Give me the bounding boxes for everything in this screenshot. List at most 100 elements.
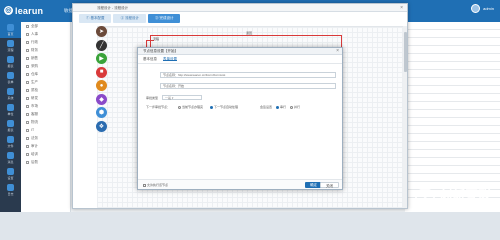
subflow-icon[interactable]: ❖	[96, 120, 107, 132]
countersign-opt-2[interactable]: 并行	[290, 105, 300, 109]
menu-icon	[7, 120, 14, 127]
list-row[interactable]	[405, 78, 500, 86]
menu-icon	[7, 136, 14, 143]
tree-item[interactable]: 研发	[21, 94, 70, 102]
list-row[interactable]	[405, 174, 500, 182]
list-row[interactable]	[405, 102, 500, 110]
list-row[interactable]	[405, 110, 500, 118]
sidebar-item-label: 首页	[7, 32, 14, 36]
sidebar-item[interactable]: 消息	[0, 150, 21, 166]
sidebar-item[interactable]: 日志	[0, 182, 21, 198]
confluence-icon[interactable]: ⬢	[96, 107, 107, 118]
list-row[interactable]	[405, 166, 500, 174]
form-name-field[interactable]: 节点名称：开始	[160, 83, 336, 89]
user-name: admin	[483, 6, 494, 11]
tree-item[interactable]: 采购	[21, 62, 70, 70]
tree-item[interactable]: 生产	[21, 78, 70, 86]
list-row[interactable]	[405, 30, 500, 38]
list-row[interactable]	[405, 54, 500, 62]
tree-item[interactable]: 行政	[21, 38, 70, 46]
tree-item[interactable]: 销售	[21, 54, 70, 62]
list-row[interactable]	[405, 94, 500, 102]
list-row[interactable]	[405, 118, 500, 126]
sidebar-item[interactable]: 表单	[0, 70, 21, 86]
tree-item[interactable]: 质检	[21, 86, 70, 94]
node-icon[interactable]: ●	[96, 80, 107, 91]
list-row[interactable]	[405, 134, 500, 142]
sidebar-item[interactable]: 设置	[0, 166, 21, 182]
menu-icon	[7, 24, 14, 31]
list-row[interactable]	[405, 86, 500, 94]
sidebar-item[interactable]: 系统	[0, 86, 21, 102]
join-option-2[interactable]: 下一节点自动处理	[210, 105, 238, 109]
tree-item[interactable]: 物流	[21, 118, 70, 126]
tree-item[interactable]: IT	[21, 126, 70, 134]
list-row[interactable]	[405, 70, 500, 78]
tree-item[interactable]: 市场	[21, 102, 70, 110]
sidebar-item-label: 报表	[7, 64, 14, 68]
approval-type-label: 审批类型	[146, 96, 159, 100]
menu-icon	[7, 152, 14, 159]
user-menu[interactable]: admin	[471, 4, 494, 13]
dialog-tab[interactable]: 基本信息	[143, 57, 157, 61]
sidebar-item[interactable]: 报表	[0, 54, 21, 70]
step-tab[interactable]: ② 流程设计	[113, 14, 146, 23]
cursor-icon[interactable]: ➤	[96, 26, 107, 37]
canvas-scrollbar[interactable]	[403, 26, 407, 208]
countersign-opt-1[interactable]: 串行	[276, 105, 286, 109]
next-node-label: 下一步审批节点：	[146, 105, 171, 109]
cancel-button[interactable]: 关闭	[320, 182, 339, 188]
tree-item-label: 仓库	[31, 71, 38, 76]
sidebar-item[interactable]: 文件	[0, 134, 21, 150]
line-icon[interactable]: ╱	[96, 39, 107, 51]
tree-item-label: 采购	[31, 63, 38, 68]
sidebar: 首页 流程 报表 表单 系统 单位 报表 文件 消息 设置 日志	[0, 22, 21, 212]
checkbox-icon	[26, 160, 29, 164]
tree-item[interactable]: 法务	[21, 134, 70, 142]
sidebar-item-label: 设置	[7, 176, 14, 180]
app-logo[interactable]: ◎ learun	[4, 6, 43, 16]
step-tabs: ① 基本配置 ② 流程设计 ③ 完成设计	[79, 14, 181, 23]
countersign-opt-2-label: 并行	[294, 105, 301, 109]
list-row[interactable]	[405, 142, 500, 150]
tree-item-label: IT	[31, 128, 35, 132]
close-icon[interactable]: ×	[400, 5, 403, 11]
list-row[interactable]	[405, 46, 500, 54]
tree-item[interactable]: 培训	[21, 150, 70, 158]
form-url-field[interactable]: 节点名称：http://www.learun.cn/Form/FormList	[160, 72, 336, 78]
sidebar-item[interactable]: 首页	[0, 22, 21, 38]
sidebar-item[interactable]: 流程	[0, 38, 21, 54]
branch-icon[interactable]: ◆	[96, 93, 107, 105]
tree-item[interactable]: 仓库	[21, 70, 70, 78]
list-row[interactable]	[405, 62, 500, 70]
step-tab[interactable]: ① 基本配置	[79, 14, 112, 23]
menu-icon	[7, 168, 14, 175]
checkbox-icon	[26, 48, 29, 52]
join-option-1[interactable]: 当前节点办理完	[178, 105, 203, 109]
tree-item[interactable]: 审计	[21, 142, 70, 150]
sidebar-item[interactable]: 报表	[0, 118, 21, 134]
approval-type-select[interactable]: 一般 ▾	[162, 95, 202, 100]
tree-item-label: 行政	[31, 39, 38, 44]
start-icon[interactable]: ▶	[96, 53, 107, 64]
dialog-close-icon[interactable]: ×	[336, 48, 339, 55]
tree-item[interactable]: 全部	[21, 22, 70, 30]
dialog-tab[interactable]: 表单设置	[163, 57, 177, 61]
footer-checkbox[interactable]: 允许执行该节点	[143, 183, 168, 187]
menu-icon	[7, 72, 14, 79]
tree-item[interactable]: 财务	[21, 46, 70, 54]
list-row[interactable]	[405, 158, 500, 166]
list-row[interactable]	[405, 126, 500, 134]
end-icon[interactable]: ■	[96, 66, 107, 78]
sidebar-item[interactable]: 单位	[0, 102, 21, 118]
list-row[interactable]	[405, 38, 500, 46]
checkbox-icon	[26, 120, 29, 124]
tree-item[interactable]: 人事	[21, 30, 70, 38]
list-row[interactable]	[405, 22, 500, 30]
approval-type-value: 一般	[165, 96, 172, 100]
list-row[interactable]	[405, 150, 500, 158]
scrollbar-thumb[interactable]	[403, 32, 407, 72]
step-tab[interactable]: ③ 完成设计	[147, 14, 181, 23]
tree-item[interactable]: 客服	[21, 110, 70, 118]
tree-item[interactable]: 后勤	[21, 158, 70, 166]
